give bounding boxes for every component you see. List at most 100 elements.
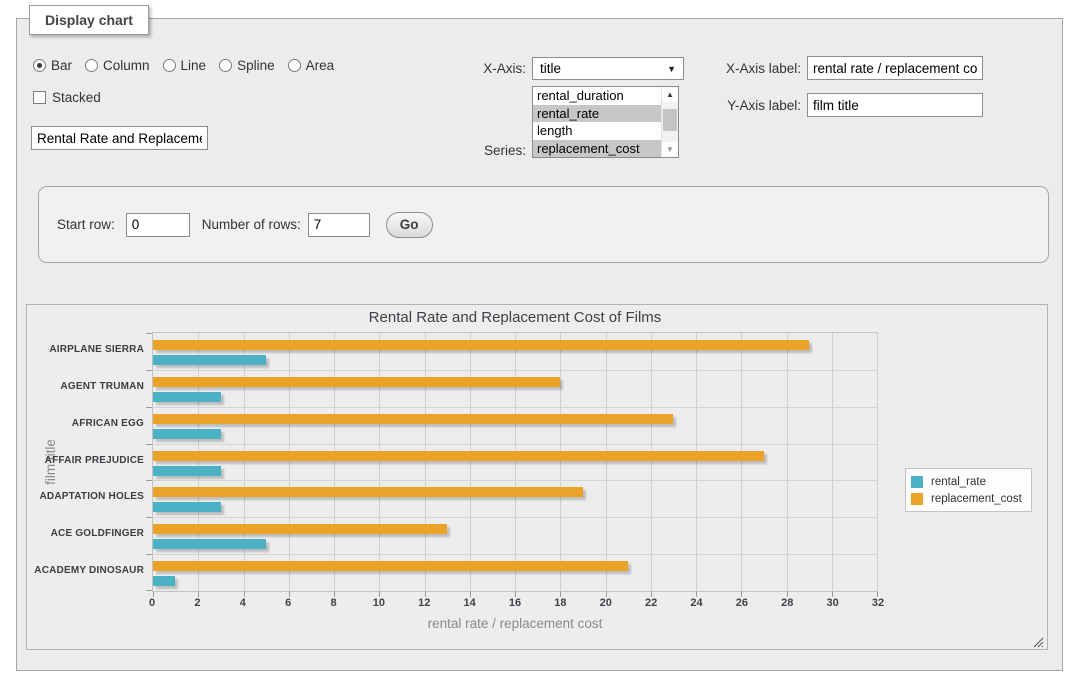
- rental_rate-bar: [153, 539, 266, 549]
- chart-type-option-line[interactable]: Line: [163, 58, 207, 73]
- stacked-checkbox[interactable]: [33, 91, 46, 104]
- chart-title-input[interactable]: [31, 126, 208, 150]
- chart-type-option-spline[interactable]: Spline: [219, 58, 275, 73]
- chart-type-option-area[interactable]: Area: [288, 58, 335, 73]
- rental_rate-bar: [153, 392, 221, 402]
- gridline: [877, 333, 878, 591]
- x-tick-label: 4: [240, 597, 246, 609]
- chart-type-label: Bar: [51, 58, 72, 73]
- y-tick-mark: [146, 333, 152, 334]
- x-tick-label: 14: [464, 597, 476, 609]
- rental_rate-bar: [153, 502, 221, 512]
- display-chart-panel: Display chart BarColumnLineSplineArea St…: [16, 18, 1063, 671]
- chart-type-label: Line: [181, 58, 207, 73]
- series-listbox-label: Series:: [437, 143, 526, 158]
- x-tick-label: 26: [736, 597, 748, 609]
- y-category-label: AFFAIR PREJUDICE: [27, 443, 144, 480]
- resize-handle-icon[interactable]: [1033, 635, 1044, 646]
- radio-icon: [163, 59, 176, 72]
- y-tick-mark: [146, 554, 152, 555]
- x-tick-label: 2: [194, 597, 200, 609]
- y-category-label: AIRPLANE SIERRA: [27, 332, 144, 369]
- scrollbar-down-icon[interactable]: ▼: [662, 142, 678, 157]
- x-axis-ticks: 02468101214161820222426283032: [152, 597, 878, 611]
- replacement_cost-bar: [153, 561, 628, 571]
- replacement_cost-bar: [153, 524, 447, 534]
- x-axis-selected-value: title: [540, 61, 561, 76]
- chart-type-option-column[interactable]: Column: [85, 58, 150, 73]
- num-rows-input[interactable]: [308, 213, 370, 237]
- legend-label: rental_rate: [931, 476, 986, 488]
- rental_rate-bar: [153, 429, 221, 439]
- panel-legend: Display chart: [29, 5, 149, 35]
- series-option[interactable]: rental_rate: [533, 105, 661, 123]
- legend-label: replacement_cost: [931, 493, 1022, 505]
- x-tick-label: 30: [827, 597, 839, 609]
- chart-type-label: Area: [306, 58, 335, 73]
- chart-plot: [152, 332, 878, 592]
- y-category-label: AFRICAN EGG: [27, 406, 144, 443]
- y-tick-mark: [146, 517, 152, 518]
- chart-type-option-bar[interactable]: Bar: [33, 58, 72, 73]
- start-row-input[interactable]: [126, 213, 190, 237]
- x-tick-label: 18: [554, 597, 566, 609]
- bar-row: [153, 554, 877, 591]
- x-axis-title: rental rate / replacement cost: [152, 616, 878, 631]
- y-category-label: ACADEMY DINOSAUR: [27, 553, 144, 590]
- x-tick-label: 22: [645, 597, 657, 609]
- x-tick-label: 0: [149, 597, 155, 609]
- y-tick-mark: [146, 590, 152, 591]
- radio-icon: [33, 59, 46, 72]
- y-tick-mark: [146, 370, 152, 371]
- x-tick-label: 20: [600, 597, 612, 609]
- x-tick-label: 8: [330, 597, 336, 609]
- replacement_cost-bar: [153, 414, 673, 424]
- x-axis-select-label: X-Axis:: [437, 61, 526, 76]
- bar-row: [153, 370, 877, 407]
- go-button[interactable]: Go: [386, 212, 433, 238]
- radio-icon: [288, 59, 301, 72]
- x-tick-label: 16: [509, 597, 521, 609]
- bar-row: [153, 517, 877, 554]
- series-option[interactable]: replacement_cost: [533, 140, 661, 158]
- y-axis-label-input[interactable]: [807, 93, 983, 117]
- series-listbox[interactable]: rental_durationrental_ratelengthreplacem…: [532, 86, 679, 158]
- start-row-label: Start row:: [57, 217, 115, 232]
- radio-icon: [85, 59, 98, 72]
- chart-legend: rental_rate replacement_cost: [905, 468, 1032, 512]
- stacked-checkbox-row[interactable]: Stacked: [33, 90, 101, 105]
- rental_rate-bar: [153, 466, 221, 476]
- bar-row: [153, 333, 877, 370]
- replacement_cost-bar: [153, 487, 583, 497]
- y-tick-mark: [146, 444, 152, 445]
- y-tick-mark: [146, 480, 152, 481]
- x-axis-label-text: X-Axis label:: [657, 61, 801, 76]
- chart-title: Rental Rate and Replacement Cost of Film…: [152, 309, 878, 326]
- x-tick-label: 12: [418, 597, 430, 609]
- y-category-label: ADAPTATION HOLES: [27, 479, 144, 516]
- y-category-label: AGENT TRUMAN: [27, 369, 144, 406]
- x-axis-label-input[interactable]: [807, 56, 983, 80]
- x-tick-label: 32: [872, 597, 884, 609]
- legend-swatch: [911, 493, 923, 505]
- x-tick-label: 6: [285, 597, 291, 609]
- rental_rate-bar: [153, 355, 266, 365]
- y-category-label: ACE GOLDFINGER: [27, 516, 144, 553]
- y-axis-label-text: Y-Axis label:: [657, 98, 801, 113]
- legend-entry: replacement_cost: [911, 490, 1022, 507]
- y-tick-mark: [146, 407, 152, 408]
- bar-row: [153, 444, 877, 481]
- radio-icon: [219, 59, 232, 72]
- stacked-label: Stacked: [52, 90, 101, 105]
- chart-area: Rental Rate and Replacement Cost of Film…: [26, 304, 1048, 650]
- y-axis-labels: AIRPLANE SIERRAAGENT TRUMANAFRICAN EGGAF…: [27, 332, 144, 592]
- x-tick-label: 28: [781, 597, 793, 609]
- rental_rate-bar: [153, 576, 175, 586]
- series-option[interactable]: length: [533, 122, 661, 140]
- legend-swatch: [911, 476, 923, 488]
- bar-row: [153, 407, 877, 444]
- chart-type-label: Column: [103, 58, 150, 73]
- x-tick-label: 24: [690, 597, 702, 609]
- x-tick-label: 10: [373, 597, 385, 609]
- series-option[interactable]: rental_duration: [533, 87, 661, 105]
